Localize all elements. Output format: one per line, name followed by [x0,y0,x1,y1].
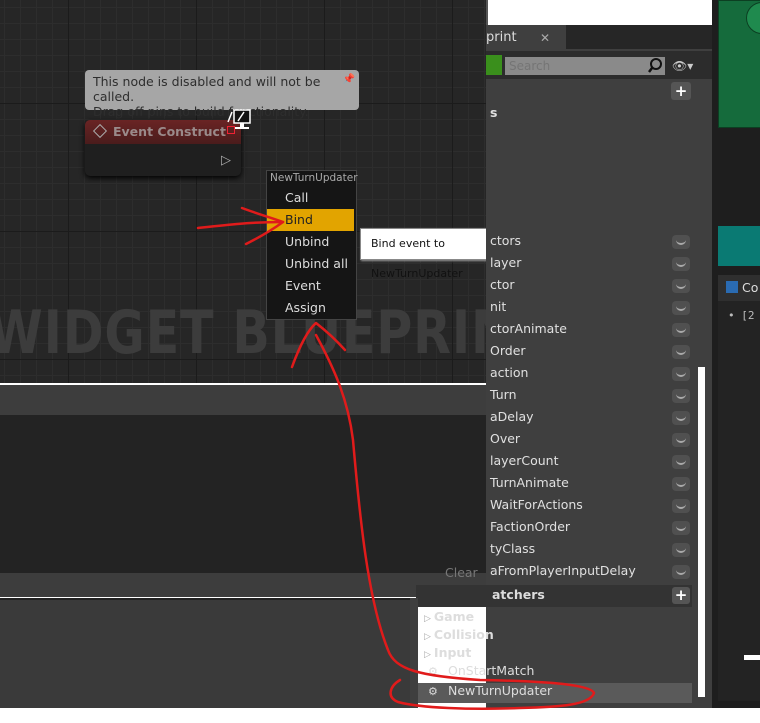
arrow-shaft-loop [314,333,596,710]
arrow-head-loop [290,321,347,369]
arrow-shaft-bind [196,220,285,230]
arrow-head-bind [240,206,285,246]
red-annotation [196,206,596,710]
